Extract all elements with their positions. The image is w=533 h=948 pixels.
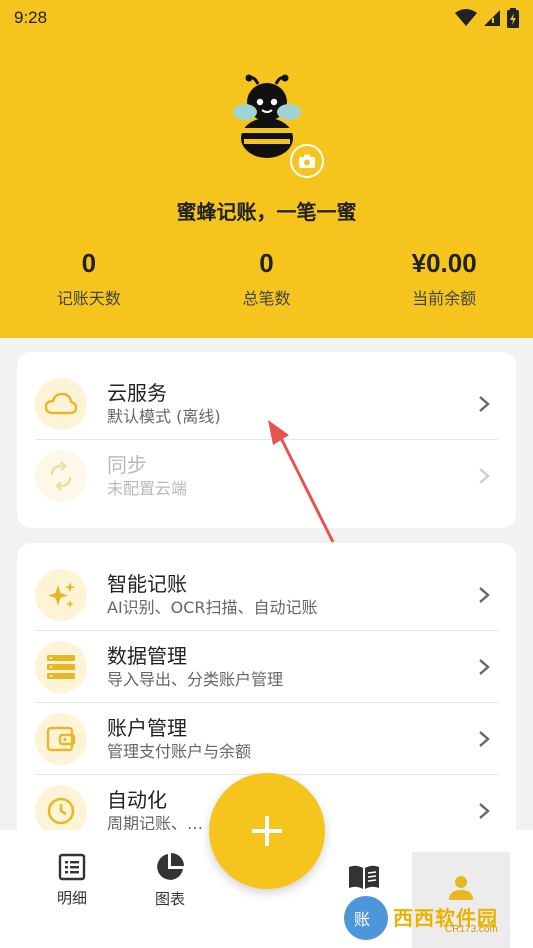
- plus-icon: [252, 816, 282, 846]
- row-sync[interactable]: 同步 未配置云端: [17, 440, 516, 512]
- stat-balance-label: 当前余额: [412, 289, 477, 308]
- row-title: 智能记账: [107, 572, 187, 596]
- row-subtitle: 管理支付账户与余额: [107, 742, 252, 761]
- status-icons: [455, 8, 519, 28]
- row-title: 数据管理: [107, 644, 187, 668]
- row-icon-bg: [35, 450, 87, 502]
- stat-days: 0 记账天数: [0, 248, 178, 309]
- stat-count-value: 0: [259, 248, 274, 278]
- row-icon-bg: [35, 641, 87, 693]
- change-avatar-button[interactable]: [290, 144, 324, 178]
- row-title: 同步: [107, 453, 147, 477]
- wallet-icon: [46, 726, 76, 752]
- row-icon-bg: [35, 713, 87, 765]
- stat-balance: ¥0.00 当前余额: [355, 248, 533, 309]
- stat-balance-value: ¥0.00: [411, 248, 477, 278]
- chevron-right-icon: [479, 468, 490, 484]
- pie-chart-icon: [157, 852, 184, 880]
- camera-icon: [299, 154, 315, 168]
- row-text: 同步 未配置云端: [107, 452, 516, 500]
- app-slogan: 蜜蜂记账，一笔一蜜: [176, 200, 357, 224]
- watermark-badge: 账: [354, 910, 370, 929]
- stat-count: 0 总笔数: [178, 248, 356, 309]
- row-text: 数据管理 导入导出、分类账户管理: [107, 643, 516, 691]
- stat-count-label: 总笔数: [242, 289, 291, 308]
- status-bar: 9:28: [0, 0, 533, 36]
- status-time: 9:28: [14, 8, 48, 27]
- row-title: 云服务: [107, 381, 167, 405]
- row-icon-bg: [35, 569, 87, 621]
- stat-days-value: 0: [81, 248, 97, 278]
- row-subtitle: 默认模式 (离线): [107, 407, 221, 426]
- row-title: 账户管理: [107, 716, 187, 740]
- nav-details[interactable]: 明细: [24, 830, 120, 930]
- profile-header: 9:28 蜜蜂记账，一笔一蜜 0 记账天数 0 总笔数 ¥0.00 当前余额: [0, 0, 533, 338]
- watermark-sub: CR173.com: [445, 924, 498, 935]
- row-account-management[interactable]: 账户管理 管理支付账户与余额: [17, 703, 516, 775]
- row-icon-bg: [35, 378, 87, 430]
- signal-icon: [484, 10, 500, 26]
- nav-label: 图表: [154, 889, 185, 908]
- row-smart-bookkeeping[interactable]: 智能记账 AI识别、OCR扫描、自动记账: [17, 559, 516, 631]
- chevron-right-icon: [479, 587, 490, 603]
- chevron-right-icon: [479, 396, 490, 412]
- row-cloud-service[interactable]: 云服务 默认模式 (离线): [17, 368, 516, 440]
- sync-icon: [50, 461, 72, 491]
- chevron-right-icon: [479, 803, 490, 819]
- chevron-right-icon: [479, 659, 490, 675]
- add-record-button[interactable]: [209, 773, 325, 889]
- row-text: 智能记账 AI识别、OCR扫描、自动记账: [107, 571, 516, 619]
- list-icon: [58, 853, 86, 880]
- row-text: 云服务 默认模式 (离线): [107, 380, 516, 428]
- cloud-icon: [44, 392, 78, 415]
- battery-icon: [507, 8, 519, 28]
- database-icon: [47, 655, 75, 679]
- wifi-icon: [455, 9, 477, 26]
- row-data-management[interactable]: 数据管理 导入导出、分类账户管理: [17, 631, 516, 703]
- chevron-right-icon: [479, 731, 490, 747]
- bee-avatar[interactable]: [232, 72, 302, 162]
- stats-row: 0 记账天数 0 总笔数 ¥0.00 当前余额: [0, 248, 533, 309]
- clock-icon: [47, 797, 75, 825]
- row-text: 账户管理 管理支付账户与余额: [107, 715, 516, 763]
- nav-charts[interactable]: 图表: [122, 830, 218, 930]
- sparkle-icon: [48, 582, 75, 608]
- row-subtitle: 导入导出、分类账户管理: [107, 670, 284, 689]
- stat-days-label: 记账天数: [56, 289, 121, 308]
- cloud-card: 云服务 默认模式 (离线) 同步 未配置云端: [17, 352, 516, 528]
- row-subtitle: 未配置云端: [107, 479, 188, 498]
- row-subtitle: AI识别、OCR扫描、自动记账: [107, 598, 318, 617]
- nav-label: 明细: [56, 888, 87, 907]
